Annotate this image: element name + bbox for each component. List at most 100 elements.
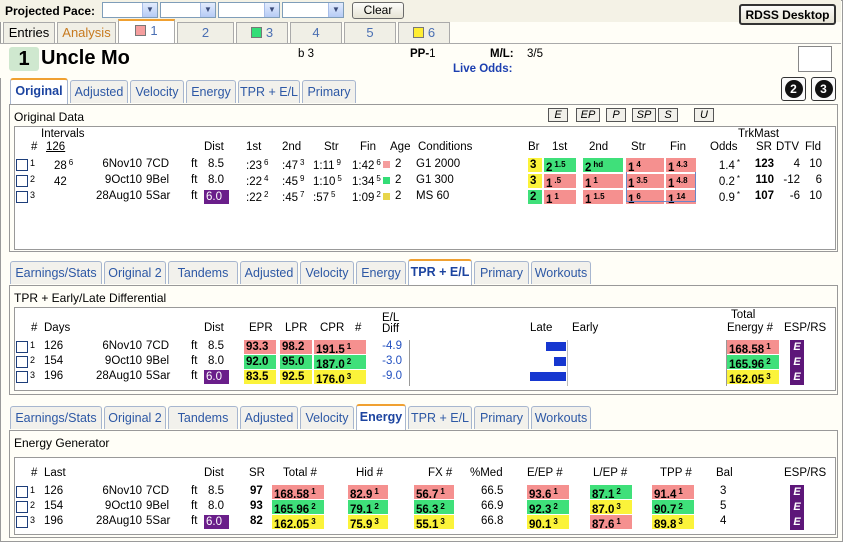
row-checkbox[interactable]: [16, 341, 28, 353]
tab-earnings-stats[interactable]: Earnings/Stats: [10, 261, 102, 284]
pace-dropdown-1[interactable]: ▼: [102, 2, 158, 18]
toptab-3[interactable]: 1: [118, 19, 175, 44]
distance: 8.5: [208, 340, 224, 352]
odds: 0.2 *: [716, 174, 740, 188]
tab-adjusted[interactable]: Adjusted: [240, 406, 298, 429]
race-date: 6Nov10: [102, 485, 142, 497]
energy-tpp: 91.4 1: [652, 485, 694, 501]
tab-tpr-e-l[interactable]: TPR + E/L: [408, 259, 472, 285]
tab-velocity[interactable]: Velocity: [300, 261, 354, 284]
tab-workouts[interactable]: Workouts: [531, 406, 591, 429]
tab-adjusted[interactable]: Adjusted: [240, 261, 298, 284]
fraction-f2-sup: 9: [300, 174, 305, 183]
odds-value: 0.9: [718, 192, 735, 204]
tab-tandems[interactable]: Tandems: [168, 406, 238, 429]
energy-lep-rank: 1: [616, 517, 621, 526]
toptab-7[interactable]: 5: [344, 22, 396, 44]
odds-star: *: [736, 190, 740, 199]
energy-hid-rank: 3: [374, 517, 379, 526]
toptab-label: 4: [312, 25, 320, 40]
tab-energy[interactable]: Energy: [356, 261, 406, 284]
toptab-label: 3: [265, 25, 274, 40]
tab-earnings-stats[interactable]: Earnings/Stats: [10, 406, 102, 429]
speed-rating: 97: [250, 485, 263, 497]
tab-workouts[interactable]: Workouts: [531, 261, 591, 284]
two-icon[interactable]: 2: [781, 77, 806, 101]
fraction-fs-sup: 5: [337, 174, 342, 183]
race-date: 9Oct10: [104, 174, 142, 186]
fraction-ff-value: 1:42: [352, 160, 375, 172]
days: 196: [44, 370, 64, 382]
filter-button-e[interactable]: E: [548, 108, 568, 122]
filter-button-s[interactable]: S: [658, 108, 678, 122]
tab-tpr-e-l[interactable]: TPR + E/L: [238, 80, 300, 103]
fraction-f1-sup: 2: [264, 190, 269, 199]
toptab-5[interactable]: 3: [236, 22, 288, 44]
energy-total: 165.96 2: [272, 500, 324, 516]
esp-rs-badge: E: [790, 500, 804, 515]
row-checkbox[interactable]: [16, 191, 28, 203]
rdss-desktop-button[interactable]: RDSS Desktop: [739, 4, 836, 25]
tpr-epr: 92.0: [244, 355, 276, 369]
tab-adjusted[interactable]: Adjusted: [70, 80, 128, 103]
row-checkbox[interactable]: [16, 356, 28, 368]
tab-energy[interactable]: Energy: [186, 80, 236, 103]
tab-velocity[interactable]: Velocity: [300, 406, 354, 429]
fraction-f1: :22 2: [246, 190, 268, 204]
tab-original[interactable]: Original: [10, 78, 68, 104]
clear-button[interactable]: Clear: [352, 2, 404, 19]
fraction-fs: 1:10 5: [313, 174, 342, 188]
distance-value: 6.0: [206, 191, 222, 203]
toptab-4[interactable]: 2: [177, 22, 234, 44]
tab-tpr-e-l[interactable]: TPR + E/L: [408, 406, 472, 429]
call-fin-rank: 4.3: [676, 160, 688, 169]
energy-col-header-bal: Bal: [716, 467, 733, 479]
toptab-6[interactable]: 4: [290, 22, 342, 44]
energy-tpp-rank: 2: [678, 502, 683, 511]
filter-button-u[interactable]: U: [694, 108, 714, 122]
tab-original-2[interactable]: Original 2: [104, 261, 166, 284]
beaten-rank-value: 3: [530, 175, 537, 187]
distance: 8.0: [208, 355, 224, 367]
row-checkbox[interactable]: [16, 516, 28, 528]
call-1st-value: 1: [546, 178, 553, 190]
energy-lep-rank: 2: [616, 487, 621, 496]
call-str-value: 1: [628, 162, 635, 174]
tab-primary[interactable]: Primary: [474, 261, 529, 284]
toptab-8[interactable]: 6: [398, 22, 450, 44]
toptab-label: 2: [201, 25, 210, 40]
fraction-ff: 1:09 2: [352, 190, 381, 204]
toptab-1[interactable]: Entries: [3, 22, 55, 44]
distance: 6.0: [204, 515, 229, 529]
row-checkbox[interactable]: [16, 175, 28, 187]
chevron-down-icon: ▼: [200, 3, 215, 17]
odds-star: *: [736, 158, 740, 167]
row-checkbox[interactable]: [16, 486, 28, 498]
tab-primary[interactable]: Primary: [302, 80, 356, 103]
fraction-ff-value: 1:34: [352, 176, 375, 188]
tab-energy[interactable]: Energy: [356, 404, 406, 430]
post-position: PP-1: [410, 48, 436, 60]
esp-rs-badge: E: [790, 340, 804, 355]
pace-dropdown-4[interactable]: ▼: [282, 2, 344, 18]
speed-rating: 110: [755, 174, 774, 186]
filter-button-ep[interactable]: EP: [576, 108, 600, 122]
pace-dropdown-2[interactable]: ▼: [160, 2, 216, 18]
tab-primary[interactable]: Primary: [474, 406, 529, 429]
tab-velocity[interactable]: Velocity: [130, 80, 184, 103]
tab-original-2[interactable]: Original 2: [104, 406, 166, 429]
filter-button-sp[interactable]: SP: [632, 108, 656, 122]
tab-tandems[interactable]: Tandems: [168, 261, 238, 284]
filter-button-p[interactable]: P: [606, 108, 626, 122]
row-checkbox[interactable]: [16, 159, 28, 171]
energy-lep-rank: 3: [616, 502, 621, 511]
row-checkbox[interactable]: [16, 501, 28, 513]
diff-header: Diff: [382, 323, 400, 335]
pace-dropdown-3[interactable]: ▼: [218, 2, 280, 18]
tpr-col-header-late: Late: [530, 322, 553, 334]
el-diff: -3.0: [382, 355, 402, 367]
fraction-f2-value: :45: [282, 192, 298, 204]
three-icon[interactable]: 3: [811, 77, 836, 101]
row-checkbox[interactable]: [16, 371, 28, 383]
toptab-2[interactable]: Analysis: [57, 22, 116, 44]
